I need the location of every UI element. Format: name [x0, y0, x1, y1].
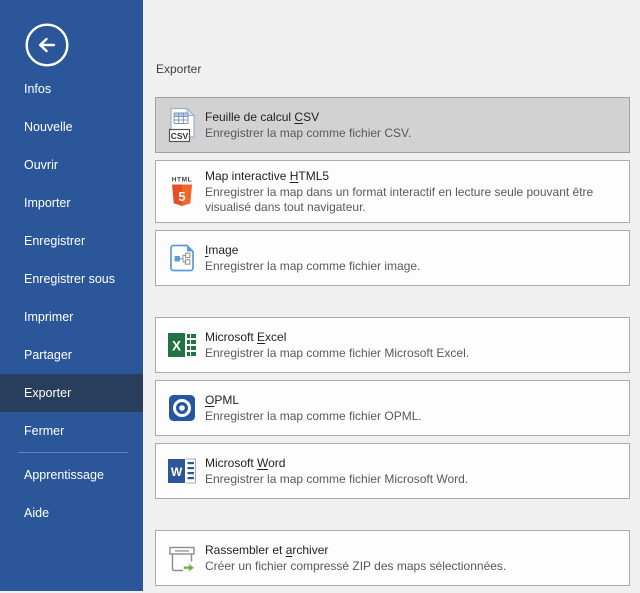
card-description: Enregistrer la map comme fichier Microso…	[205, 472, 468, 487]
card-title: Image	[205, 242, 420, 258]
card-title: Rassembler et archiver	[205, 542, 506, 558]
card-description: Enregistrer la map dans un format intera…	[205, 185, 619, 215]
card-description: Enregistrer la map comme fichier CSV.	[205, 126, 411, 141]
sidebar-item-exporter[interactable]: Exporter	[0, 374, 143, 412]
svg-text:CSV: CSV	[171, 131, 189, 141]
card-description: Créer un fichier compressé ZIP des maps …	[205, 559, 506, 574]
excel-icon: X	[164, 331, 200, 359]
export-card-excel[interactable]: X Microsoft Excel Enregistrer la map com…	[155, 317, 630, 373]
sidebar-item-partager[interactable]: Partager	[0, 336, 143, 374]
card-title: Feuille de calcul CSV	[205, 109, 411, 125]
export-card-word[interactable]: W Microsoft Word Enregistrer la map comm…	[155, 443, 630, 499]
image-icon	[164, 243, 200, 273]
backstage-sidebar: Infos Nouvelle Ouvrir Importer Enregistr…	[0, 0, 143, 591]
sidebar-nav: Infos Nouvelle Ouvrir Importer Enregistr…	[0, 70, 143, 532]
sidebar-item-infos[interactable]: Infos	[0, 70, 143, 108]
export-card-html5[interactable]: HTML 5 Map interactive HTML5 Enregistrer…	[155, 160, 630, 223]
word-icon: W	[164, 457, 200, 485]
html5-icon: HTML 5	[164, 174, 200, 209]
export-panel: Exporter CSV Feuille de calcul CSV Enreg…	[143, 0, 640, 591]
export-card-image[interactable]: Image Enregistrer la map comme fichier i…	[155, 230, 630, 286]
svg-text:W: W	[171, 465, 183, 479]
sidebar-item-aide[interactable]: Aide	[0, 494, 143, 532]
svg-text:5: 5	[178, 189, 185, 204]
svg-text:X: X	[172, 339, 181, 354]
opml-icon	[164, 394, 200, 422]
card-title: Microsoft Excel	[205, 329, 469, 345]
back-button[interactable]	[24, 22, 70, 68]
sidebar-item-imprimer[interactable]: Imprimer	[0, 298, 143, 336]
export-card-csv[interactable]: CSV Feuille de calcul CSV Enregistrer la…	[155, 97, 630, 153]
card-description: Enregistrer la map comme fichier image.	[205, 259, 420, 274]
card-description: Enregistrer la map comme fichier Microso…	[205, 346, 469, 361]
sidebar-item-enregistrer[interactable]: Enregistrer	[0, 222, 143, 260]
export-card-list: CSV Feuille de calcul CSV Enregistrer la…	[155, 97, 630, 593]
sidebar-item-apprentissage[interactable]: Apprentissage	[0, 456, 143, 494]
card-title: Map interactive HTML5	[205, 168, 619, 184]
page-title: Exporter	[156, 62, 630, 76]
export-card-opml[interactable]: OPML Enregistrer la map comme fichier OP…	[155, 380, 630, 436]
sidebar-item-enregistrer-sous[interactable]: Enregistrer sous	[0, 260, 143, 298]
sidebar-item-nouvelle[interactable]: Nouvelle	[0, 108, 143, 146]
card-title: OPML	[205, 392, 422, 408]
export-card-archive[interactable]: Rassembler et archiver Créer un fichier …	[155, 530, 630, 586]
archive-icon	[164, 543, 200, 573]
svg-text:HTML: HTML	[172, 177, 192, 184]
sidebar-item-fermer[interactable]: Fermer	[0, 412, 143, 450]
sidebar-item-importer[interactable]: Importer	[0, 184, 143, 222]
csv-icon: CSV	[164, 107, 200, 144]
back-arrow-circle-icon	[24, 22, 70, 68]
sidebar-divider	[18, 452, 128, 453]
sidebar-item-ouvrir[interactable]: Ouvrir	[0, 146, 143, 184]
card-description: Enregistrer la map comme fichier OPML.	[205, 409, 422, 424]
card-title: Microsoft Word	[205, 455, 468, 471]
